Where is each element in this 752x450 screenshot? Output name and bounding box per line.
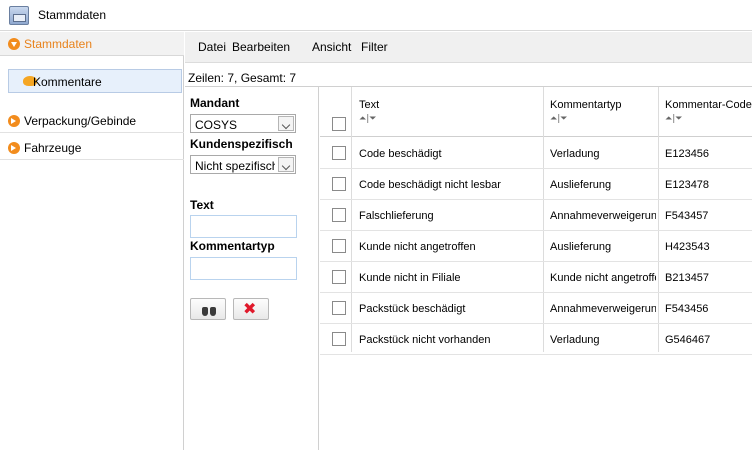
binoculars-icon xyxy=(202,304,216,316)
menu-bar: Datei Bearbeiten Ansicht Filter xyxy=(185,32,752,63)
filter-panel: Mandant COSYS Kundenspezifisch Nicht spe… xyxy=(185,87,319,450)
expand-arrow-icon xyxy=(8,38,20,50)
select-all-checkbox[interactable] xyxy=(332,117,346,131)
cell-text: Falschlieferung xyxy=(359,210,434,222)
cell-kommentar-code: E123478 xyxy=(665,179,710,191)
table-row[interactable]: Kunde nicht angetroffen Auslieferung H4235… xyxy=(320,231,752,262)
table-row[interactable]: Falschlieferung Annahmeverweigerung F54345… xyxy=(320,200,752,231)
cell-text: Packstück nicht vorhanden xyxy=(359,334,491,346)
nav-section-verpackung[interactable]: Verpackung/Gebinde xyxy=(0,109,184,133)
cell-kommentar-code: H423543 xyxy=(665,241,710,253)
mandant-select[interactable]: COSYS xyxy=(190,114,296,133)
nav-item-kommentare[interactable]: Kommentare xyxy=(8,69,182,93)
mandant-label: Mandant xyxy=(190,96,240,110)
menu-filter[interactable]: Filter xyxy=(361,40,388,54)
mandant-value: COSYS xyxy=(195,118,238,132)
cell-kommentartyp: Annahmeverweigerung xyxy=(550,210,656,222)
nav-section-label: Stammdaten xyxy=(24,37,93,51)
nav-section-label: Fahrzeuge xyxy=(24,141,82,155)
cell-kommentar-code: E123456 xyxy=(665,148,710,160)
cell-kommentartyp: Kunde nicht angetroffen xyxy=(550,272,656,284)
kommentartyp-filter-label: Kommentartyp xyxy=(190,239,275,253)
row-checkbox[interactable] xyxy=(332,146,346,160)
column-header-kommentar-code[interactable]: Kommentar-Code xyxy=(665,99,752,111)
row-checkbox[interactable] xyxy=(332,208,346,222)
row-checkbox[interactable] xyxy=(332,332,346,346)
chevron-down-icon[interactable] xyxy=(278,116,294,131)
collapsed-arrow-icon xyxy=(8,115,20,127)
cell-kommentar-code: B213457 xyxy=(665,272,710,284)
nav-section-fahrzeuge[interactable]: Fahrzeuge xyxy=(0,136,184,160)
table-row[interactable]: Code beschädigt Verladung E123456 xyxy=(320,138,752,169)
red-x-icon: ✖ xyxy=(243,299,257,318)
table-row[interactable]: Packstück beschädigt Annahmeverweigerung F… xyxy=(320,293,752,324)
navigation-panel: Stammdaten Kommentare Verpackung/Gebinde… xyxy=(0,32,184,450)
row-count: Zeilen: 7, Gesamt: 7 xyxy=(188,71,297,85)
chevron-down-icon[interactable] xyxy=(278,157,294,172)
cell-text: Kunde nicht angetroffen xyxy=(359,241,476,253)
text-filter-label: Text xyxy=(190,198,214,212)
clear-filter-button[interactable]: ✖ xyxy=(233,298,269,320)
table-header: Text ⏶|⏷ Kommentartyp ⏶|⏷ Kommentar-Code… xyxy=(320,87,752,137)
column-header-text[interactable]: Text xyxy=(359,99,379,111)
cell-kommentar-code: F543457 xyxy=(665,210,709,222)
kommentartyp-filter-input[interactable] xyxy=(190,257,297,280)
table-row[interactable]: Code beschädigt nicht lesbar Auslieferung… xyxy=(320,169,752,200)
cell-kommentar-code: G546467 xyxy=(665,334,711,346)
menu-datei[interactable]: Datei xyxy=(198,40,226,54)
app-icon xyxy=(9,6,29,25)
cell-text: Packstück beschädigt xyxy=(359,303,466,315)
kundenspezifisch-label: Kundenspezifisch xyxy=(190,137,293,151)
cell-kommentartyp: Verladung xyxy=(550,148,600,160)
column-header-kommentartyp[interactable]: Kommentartyp xyxy=(550,99,622,111)
nav-item-label: Kommentare xyxy=(33,75,102,89)
cell-text: Code beschädigt nicht lesbar xyxy=(359,179,501,191)
cell-kommentartyp: Auslieferung xyxy=(550,179,612,191)
kundenspezifisch-value: Nicht spezifisch xyxy=(195,159,275,173)
collapsed-arrow-icon xyxy=(8,142,20,154)
search-button[interactable] xyxy=(190,298,226,320)
cell-kommentar-code: F543456 xyxy=(665,303,709,315)
row-checkbox[interactable] xyxy=(332,177,346,191)
window-titlebar: Stammdaten xyxy=(0,0,752,31)
nav-section-label: Verpackung/Gebinde xyxy=(24,114,137,128)
cell-text: Code beschädigt xyxy=(359,148,442,160)
sort-arrows-icon[interactable]: ⏶|⏷ xyxy=(550,114,567,124)
nav-section-stammdaten[interactable]: Stammdaten xyxy=(0,32,184,56)
menu-bearbeiten[interactable]: Bearbeiten xyxy=(232,40,290,54)
table-row[interactable]: Kunde nicht in Filiale Kunde nicht angetr… xyxy=(320,262,752,293)
sort-arrows-icon[interactable]: ⏶|⏷ xyxy=(359,114,376,124)
row-checkbox[interactable] xyxy=(332,301,346,315)
cell-kommentartyp: Verladung xyxy=(550,334,600,346)
window-title: Stammdaten xyxy=(38,8,107,22)
cell-kommentartyp: Annahmeverweigerung xyxy=(550,303,656,315)
text-filter-input[interactable] xyxy=(190,215,297,238)
kundenspezifisch-select[interactable]: Nicht spezifisch xyxy=(190,155,296,174)
row-checkbox[interactable] xyxy=(332,239,346,253)
sort-arrows-icon[interactable]: ⏶|⏷ xyxy=(665,114,682,124)
comments-table: Text ⏶|⏷ Kommentartyp ⏶|⏷ Kommentar-Code… xyxy=(320,87,752,450)
menu-ansicht[interactable]: Ansicht xyxy=(312,40,351,54)
cell-text: Kunde nicht in Filiale xyxy=(359,272,461,284)
table-row[interactable]: Packstück nicht vorhanden Verladung G54646… xyxy=(320,324,752,355)
row-checkbox[interactable] xyxy=(332,270,346,284)
cell-kommentartyp: Auslieferung xyxy=(550,241,612,253)
